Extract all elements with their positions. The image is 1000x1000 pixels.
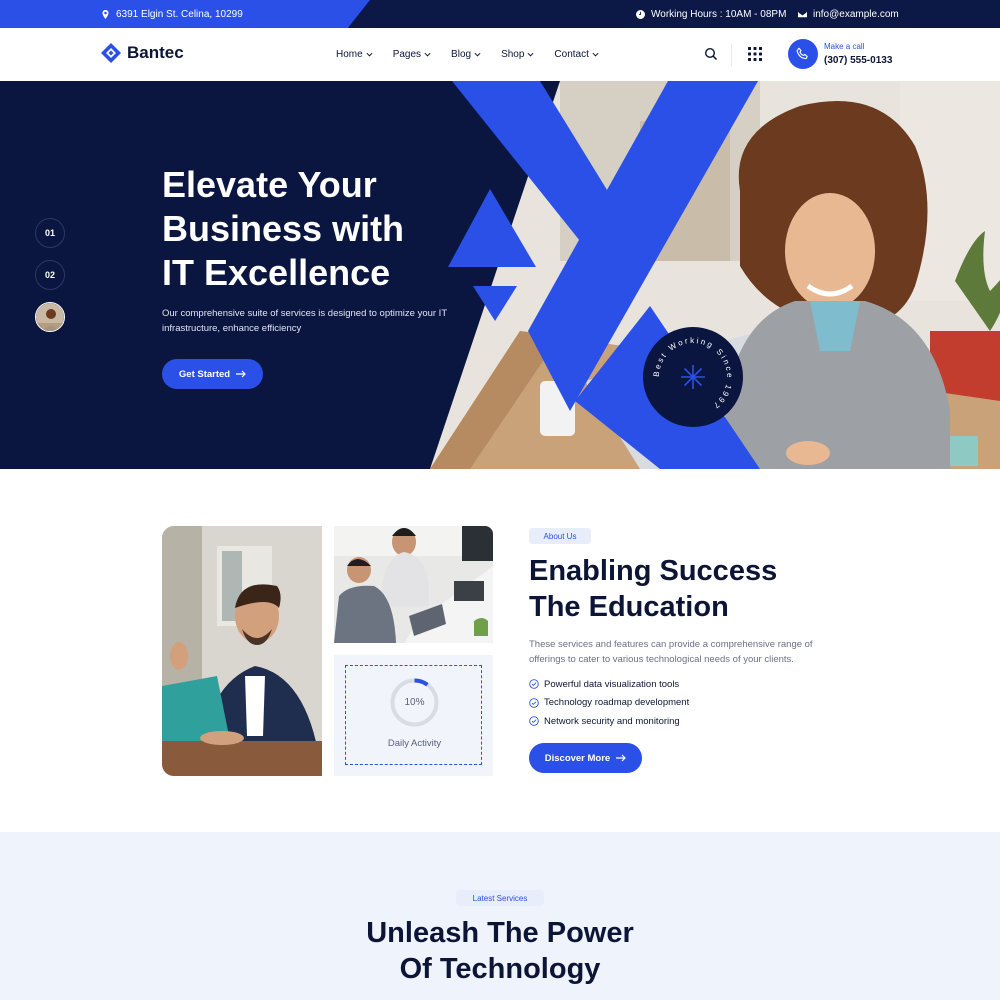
chevron-down-icon — [424, 52, 431, 57]
hero-section: Best Working Since 1997 01 02 Elevate Yo… — [0, 81, 1000, 469]
about-photo-1 — [162, 526, 322, 776]
chevron-down-icon — [592, 52, 599, 57]
activity-card-inner: 10% Daily Activity — [345, 665, 482, 765]
activity-label: Daily Activity — [387, 738, 442, 749]
top-info-bar: 6391 Elgin St. Celina, 10299 Working Hou… — [0, 0, 1000, 28]
hero-description: Our comprehensive suite of services is d… — [162, 308, 447, 334]
about-description: These services and features can provide … — [529, 639, 813, 665]
nav-item-blog[interactable]: Blog — [451, 49, 481, 60]
main-nav: Home Pages Blog Shop Contact — [336, 28, 599, 81]
address-text: 6391 Elgin St. Celina, 10299 — [116, 8, 243, 20]
arrow-right-icon — [616, 754, 627, 762]
logo-text: Bantec — [127, 43, 184, 62]
services-tag: Latest Services — [456, 890, 544, 906]
call-number[interactable]: (307) 555-0133 — [824, 55, 892, 66]
chevron-down-icon — [527, 52, 534, 57]
mail-icon — [798, 11, 807, 17]
services-section: Latest Services Unleash The Power Of Tec… — [0, 832, 1000, 1000]
email-text[interactable]: info@example.com — [813, 9, 899, 20]
nav-item-label: Shop — [501, 49, 525, 60]
slide-dot-2[interactable]: 02 — [35, 260, 65, 290]
list-item: Network security and monitoring — [529, 712, 829, 731]
feature-text: Powerful data visualization tools — [544, 678, 680, 690]
logo[interactable]: Bantec — [101, 43, 184, 63]
discover-more-label: Discover More — [544, 752, 611, 764]
feature-text: Network security and monitoring — [544, 715, 680, 727]
blue-triangle-shape — [473, 286, 517, 321]
grid-menu-icon[interactable] — [748, 47, 762, 61]
check-circle-icon — [529, 716, 539, 727]
nav-item-label: Pages — [392, 49, 422, 60]
working-hours-text: Working Hours : 10AM - 08PM — [651, 8, 787, 20]
services-title-line: Of Technology — [399, 953, 601, 985]
email-info[interactable]: info@example.com — [798, 0, 899, 28]
call-button[interactable] — [788, 39, 818, 69]
about-title: Enabling Success The Education — [529, 553, 829, 625]
about-section: 10% Daily Activity About Us Enabling Suc… — [0, 469, 1000, 832]
clock-icon — [636, 9, 645, 19]
nav-item-label: Blog — [451, 49, 472, 60]
nav-item-label: Home — [336, 49, 363, 60]
call-label: Make a call — [824, 42, 865, 51]
about-photo-2 — [334, 526, 493, 643]
feature-list: Powerful data visualization tools Techno… — [529, 675, 829, 731]
hero-geometric-shapes — [448, 81, 760, 469]
get-started-label: Get Started — [178, 368, 231, 380]
nav-item-shop[interactable]: Shop — [501, 49, 534, 60]
check-circle-icon — [529, 679, 539, 690]
about-title-line: The Education — [529, 591, 729, 623]
slide-dot-1[interactable]: 01 — [35, 218, 65, 248]
discover-more-button[interactable]: Discover More — [529, 743, 642, 773]
address-info: 6391 Elgin St. Celina, 10299 — [101, 0, 243, 28]
phone-icon — [796, 47, 808, 60]
feature-text: Technology roadmap development — [544, 697, 690, 709]
get-started-button[interactable]: Get Started — [162, 359, 263, 389]
asterisk-icon — [681, 365, 705, 389]
hero-title-line: Business with — [162, 208, 405, 249]
working-hours-info: Working Hours : 10AM - 08PM — [636, 0, 786, 28]
logo-diamond-icon — [101, 43, 121, 63]
hero-title-line: Elevate Your — [162, 164, 377, 205]
list-item: Technology roadmap development — [529, 694, 829, 713]
nav-item-pages[interactable]: Pages — [393, 49, 431, 60]
badge-graphic: Best Working Since 1997 — [652, 336, 732, 411]
nav-item-contact[interactable]: Contact — [554, 49, 599, 60]
services-title-line: Unleash The Power — [366, 917, 634, 949]
about-image-man — [162, 526, 322, 776]
location-pin-icon — [102, 9, 109, 19]
about-title-line: Enabling Success — [529, 555, 778, 587]
about-image-team — [334, 526, 493, 643]
search-icon[interactable] — [704, 47, 718, 61]
nav-item-home[interactable]: Home — [336, 49, 373, 60]
activity-value: 10% — [404, 697, 425, 708]
site-header: Bantec Home Pages Blog Shop Contact Make… — [0, 28, 1000, 81]
since-badge: Best Working Since 1997 — [643, 327, 743, 427]
hero-title: Elevate Your Business with IT Excellence — [162, 163, 462, 295]
about-tag: About Us — [529, 528, 591, 544]
list-item: Powerful data visualization tools — [529, 675, 829, 694]
chevron-down-icon — [366, 52, 373, 57]
nav-item-label: Contact — [554, 49, 589, 60]
header-divider — [731, 44, 732, 66]
hero-title-line: IT Excellence — [162, 252, 391, 293]
chevron-down-icon — [474, 52, 481, 57]
daily-activity-card: 10% Daily Activity — [334, 655, 493, 776]
check-circle-icon — [529, 697, 539, 708]
arrow-right-icon — [236, 370, 246, 378]
slide-thumbnail[interactable] — [35, 302, 65, 332]
services-title: Unleash The Power Of Technology — [0, 915, 1000, 987]
